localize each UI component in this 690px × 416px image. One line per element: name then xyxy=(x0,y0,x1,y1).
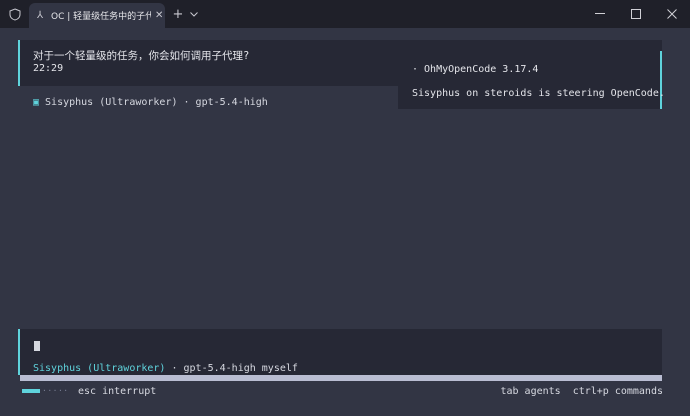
progress-bar xyxy=(22,389,40,393)
terminal-icon: ⅄ xyxy=(37,10,44,21)
agent-line-text: Sisyphus (Ultraworker) · gpt-5.4-high xyxy=(45,97,268,108)
input-model: · gpt-5.4-high myself xyxy=(165,363,298,374)
maximize-button[interactable] xyxy=(618,0,654,28)
progress-indicator: ····· xyxy=(22,386,69,395)
shield-icon xyxy=(0,0,30,28)
close-button[interactable] xyxy=(654,0,690,28)
commands-hint: ctrl+p commands xyxy=(572,386,663,397)
toast-notification: · OhMyOpenCode 3.17.4 Sisyphus on steroi… xyxy=(398,51,665,109)
agent-status-line: ▣ Sisyphus (Ultraworker) · gpt-5.4-high xyxy=(33,97,268,108)
footer-bar: ····· esc interrupt tab agents ctrl+p com… xyxy=(0,386,690,400)
minimize-button[interactable] xyxy=(582,0,618,28)
new-tab-button[interactable]: + xyxy=(170,6,186,22)
toast-body: Sisyphus on steroids is steering OpenCod… xyxy=(412,88,665,99)
progress-dots: ····· xyxy=(42,386,69,395)
close-tab-icon[interactable]: ✕ xyxy=(155,10,163,21)
input-underline xyxy=(20,375,662,381)
agent-square-icon: ▣ xyxy=(33,97,40,108)
toast-title: · OhMyOpenCode 3.17.4 xyxy=(412,64,539,75)
prompt-input[interactable]: Sisyphus (Ultraworker) · gpt-5.4-high my… xyxy=(18,329,662,375)
title-bar: ⅄ OC | 轻量级任务中的子代理调 ✕ + xyxy=(0,0,690,28)
tab-dropdown-button[interactable] xyxy=(186,6,202,22)
tab-title: OC | 轻量级任务中的子代理调 xyxy=(51,12,151,22)
input-agent-status: Sisyphus (Ultraworker) · gpt-5.4-high my… xyxy=(33,363,298,374)
input-agent-name[interactable]: Sisyphus (Ultraworker) xyxy=(33,363,165,374)
tab-agents-hint: tab agents xyxy=(500,386,561,397)
text-cursor xyxy=(34,341,40,351)
tab-active[interactable]: ⅄ OC | 轻量级任务中的子代理调 ✕ xyxy=(29,3,165,28)
esc-interrupt-hint: esc interrupt xyxy=(78,386,157,397)
